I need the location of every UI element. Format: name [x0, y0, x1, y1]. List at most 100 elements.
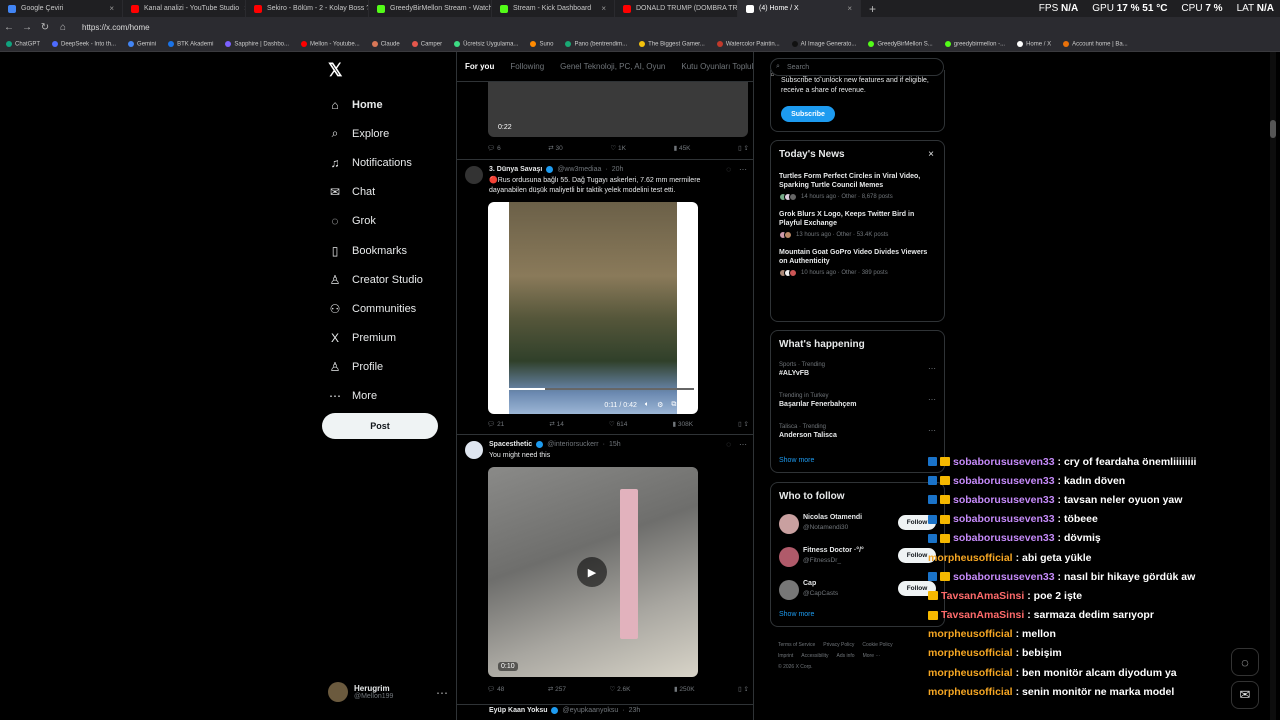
url-field[interactable]: https://x.com/home [82, 23, 150, 32]
author-name[interactable]: Spacesthetic [489, 441, 532, 448]
bookmark-item[interactable]: The Biggest Gamer... [639, 41, 705, 48]
footer-link[interactable]: Privacy Policy [823, 642, 854, 648]
tweet-more-icon[interactable]: ⋯ [739, 165, 747, 174]
close-tab-icon[interactable]: × [109, 4, 114, 13]
bookmark-item[interactable]: DeepSeek - Into th... [52, 41, 116, 48]
video-player[interactable]: ▶ 0:10 [488, 467, 698, 677]
follow-suggestion[interactable]: Fitness Doctor ·°/° @FitnessDr_ Follow [779, 545, 936, 578]
like-button[interactable]: ♡ 614 [609, 420, 628, 428]
messages-float-icon[interactable]: ✉ [1231, 681, 1259, 709]
follow-suggestion[interactable]: Nicolas Otamendi @Notamendi30 Follow [779, 512, 936, 545]
news-item[interactable]: Mountain Goat GoPro Video Divides Viewer… [779, 248, 936, 277]
avatar[interactable] [465, 441, 483, 459]
browser-tab[interactable]: Sekiro - Bölüm - 2 - Kolay Boss ??× [246, 0, 369, 17]
close-tab-icon[interactable]: × [847, 4, 852, 13]
grok-icon[interactable]: ◌ [726, 440, 731, 449]
footer-link[interactable]: Terms of Service [778, 642, 815, 648]
tweet[interactable]: Eyüp Kaan Yoksu @eyupkaanyoksu · 23h [457, 705, 753, 720]
show-more-link[interactable]: Show more [779, 457, 936, 464]
browser-tab[interactable]: GreedyBirMellon Stream - Watch× [369, 0, 492, 17]
follow-suggestion[interactable]: Cap @CapCasts Follow [779, 578, 936, 611]
tweet[interactable]: Spacesthetic @interiorsuckerr · 15h ◌ ⋯ Yo… [457, 435, 753, 705]
bookmark-item[interactable]: Claude [371, 41, 400, 48]
show-more-link[interactable]: Show more [779, 611, 936, 618]
sidebar-item-home[interactable]: ⌂ Home [328, 90, 423, 119]
bookmark-item[interactable]: Home / X [1017, 41, 1051, 48]
bookmark-item[interactable]: greedybirmellon -... [944, 41, 1005, 48]
trend-item[interactable]: Trending in Turkey Başarılar Fenerbahçem ⋯ [779, 393, 936, 424]
footer-link[interactable]: Ads info [837, 653, 855, 659]
views-button[interactable]: ▮ 45K [674, 144, 691, 152]
bookmark-item[interactable]: Suno [530, 41, 553, 48]
bookmark-item[interactable]: Pano (bentrendim... [565, 41, 627, 48]
browser-tab[interactable]: DONALD TRUMP (DOMBRA TRAP× [615, 0, 738, 17]
like-button[interactable]: ♡ 2.6K [609, 685, 630, 693]
subscribe-button[interactable]: Subscribe [781, 106, 835, 122]
grok-float-icon[interactable]: ◌ [1231, 648, 1259, 676]
back-icon[interactable]: ← [0, 22, 18, 33]
news-item[interactable]: Turtles Form Perfect Circles in Viral Vi… [779, 172, 936, 201]
bookmark-item[interactable]: Account home | Ba... [1063, 41, 1128, 48]
feed-tab[interactable]: For you [465, 62, 494, 71]
bookmark-item[interactable]: Mellon - Youtube... [301, 41, 360, 48]
reply-button[interactable]: 💬︎ 48 [487, 685, 504, 693]
trend-more-icon[interactable]: ⋯ [928, 364, 936, 373]
bookmark-item[interactable]: Sapphire | Dashbo... [225, 41, 289, 48]
repost-button[interactable]: ⇄ 257 [548, 685, 566, 693]
bookmark-icon[interactable]: ▯ ⇪ [738, 420, 749, 428]
sidebar-item-bookmarks[interactable]: ▯ Bookmarks [328, 236, 423, 265]
video-player[interactable]: 0:22 [488, 82, 748, 137]
bookmark-item[interactable]: ChatGPT [6, 41, 40, 48]
feed-tab[interactable]: Following [510, 62, 544, 71]
bookmark-item[interactable]: Gemini [128, 41, 156, 48]
browser-tab[interactable]: (4) Home / X × [738, 0, 861, 17]
home-icon[interactable]: ⌂ [54, 22, 72, 33]
news-item[interactable]: Grok Blurs X Logo, Keeps Twitter Bird in… [779, 210, 936, 239]
tweet-time[interactable]: 23h [629, 707, 641, 714]
footer-link[interactable]: Imprint [778, 653, 793, 659]
views-button[interactable]: ▮ 308K [672, 420, 693, 428]
views-button[interactable]: ▮ 250K [674, 685, 695, 693]
reload-icon[interactable]: ↻ [36, 22, 54, 33]
bookmark-item[interactable]: GreedyBirMellon S... [868, 41, 933, 48]
trend-more-icon[interactable]: ⋯ [928, 395, 936, 404]
tweet[interactable]: 3. Dünya Savaşı @ww3mediaa · 20h ◌ ⋯ 🔴Rus … [457, 160, 753, 435]
fullscreen-icon[interactable]: ⤢ [684, 401, 690, 409]
repost-button[interactable]: ⇄ 30 [548, 144, 563, 152]
sidebar-item-more[interactable]: ⋯ More [328, 382, 423, 411]
bookmark-item[interactable]: Ücretsiz Uygulama... [454, 41, 518, 48]
tweet-more-icon[interactable]: ⋯ [739, 440, 747, 449]
pip-icon[interactable]: ⧉ [671, 401, 676, 409]
bookmark-item[interactable]: Watercolor Paintin... [716, 41, 780, 48]
bookmark-icon[interactable]: ▯ ⇪ [738, 144, 749, 152]
sidebar-item-notifications[interactable]: ♫ Notifications [328, 148, 423, 177]
avatar[interactable] [779, 514, 799, 534]
tweet[interactable]: 0:22 💬︎ 6 ⇄ 30 ♡ 1K ▮ 45K ▯ ⇪ [457, 82, 753, 160]
bookmark-icon[interactable]: ▯ ⇪ [738, 685, 749, 693]
sidebar-item-creator-studio[interactable]: ♙ Creator Studio [328, 265, 423, 294]
browser-tab[interactable]: Kanal analizi - YouTube Studio× [123, 0, 246, 17]
sidebar-item-chat[interactable]: ✉ Chat [328, 178, 423, 207]
more-icon[interactable]: ⋯ [436, 686, 448, 700]
sidebar-item-profile[interactable]: ♙ Profile [328, 353, 423, 382]
pause-icon[interactable]: ❚❚ [496, 401, 508, 409]
like-button[interactable]: ♡ 1K [610, 144, 626, 152]
author-handle[interactable]: @eyupkaanyoksu [562, 707, 618, 714]
repost-button[interactable]: ⇄ 14 [549, 420, 564, 428]
sidebar-item-communities[interactable]: ⚇ Communities [328, 294, 423, 323]
tweet-time[interactable]: 15h [609, 441, 621, 448]
sidebar-item-grok[interactable]: ◌ Grok [328, 207, 423, 236]
sidebar-item-explore[interactable]: ⌕ Explore [328, 119, 423, 148]
browser-tab[interactable]: Google Çeviri × [0, 0, 123, 17]
bookmark-item[interactable]: Camper [411, 41, 442, 48]
footer-link[interactable]: More ··· [863, 653, 881, 659]
footer-link[interactable]: Accessibility [801, 653, 828, 659]
scrollbar-thumb[interactable] [1270, 120, 1276, 138]
video-player[interactable]: ❚❚ 0:11 / 0:42 🔈︎ ⚙ ⧉ ⤢ [488, 202, 698, 414]
forward-icon[interactable]: → [18, 22, 36, 33]
post-button[interactable]: Post [322, 413, 438, 439]
avatar[interactable] [779, 580, 799, 600]
play-icon[interactable]: ▶ [577, 557, 607, 587]
close-tab-icon[interactable]: × [601, 4, 606, 13]
account-switcher[interactable]: Herugrim @Mellon199 ⋯ [328, 682, 448, 702]
